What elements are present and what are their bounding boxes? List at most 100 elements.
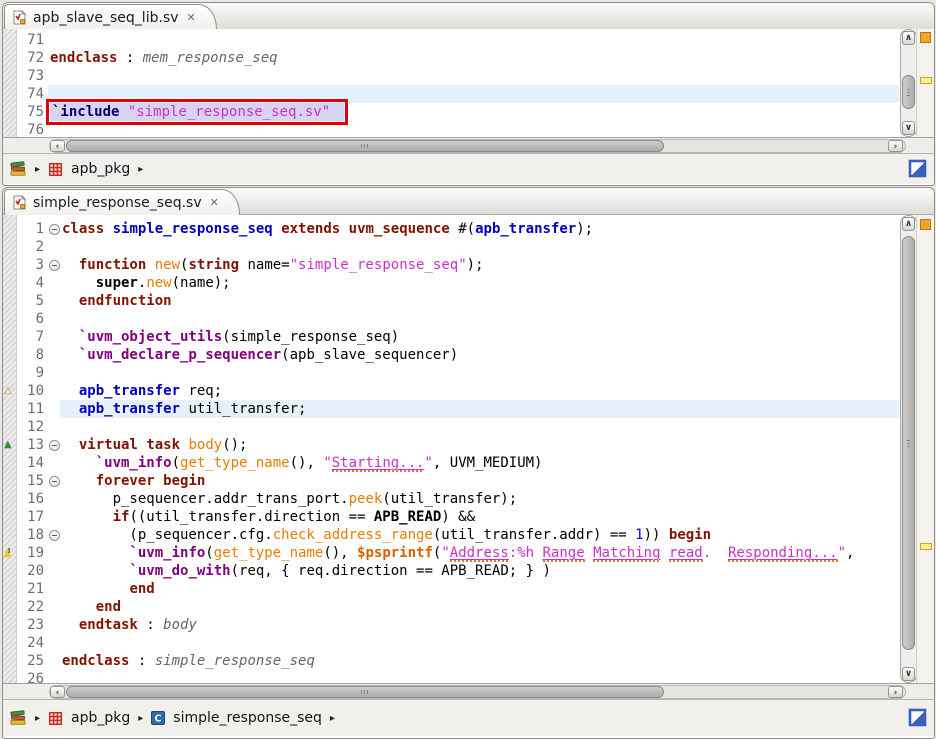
code-text[interactable]: class simple_response_seq extends uvm_se… — [60, 220, 899, 238]
code-line[interactable]: 20 `uvm_do_with(req, { req.direction == … — [3, 562, 899, 580]
code-line[interactable]: 10 apb_transfer req; — [3, 382, 899, 400]
code-text[interactable]: end — [60, 598, 899, 616]
overridden-triangle-icon[interactable] — [3, 436, 16, 454]
chevron-right-icon[interactable]: ▸ — [138, 713, 143, 724]
breadcrumb-item-package[interactable]: apb_pkg — [71, 161, 130, 177]
chevron-right-icon[interactable]: ▸ — [35, 164, 40, 175]
scrollbar-thumb[interactable] — [902, 75, 915, 109]
scrollbar-thumb[interactable] — [66, 686, 664, 698]
scroll-left-button[interactable]: ‹ — [50, 140, 65, 152]
scroll-right-button[interactable]: › — [888, 686, 903, 698]
line-number[interactable]: 20 — [16, 562, 48, 580]
code-line[interactable]: 19 `uvm_info(get_type_name(), $psprintf(… — [3, 544, 899, 562]
code-text[interactable] — [60, 418, 899, 436]
line-number[interactable]: 74 — [16, 85, 48, 103]
chevron-right-icon[interactable]: ▸ — [138, 164, 143, 175]
code-line[interactable]: 23 endtask : body — [3, 616, 899, 634]
code-editor-top[interactable]: 7172endclass : mem_response_seq737475`in… — [3, 29, 934, 137]
fold-collapse-icon[interactable] — [48, 472, 60, 490]
code-text[interactable]: function new(string name="simple_respons… — [60, 256, 899, 274]
collapse-breadcrumb-icon[interactable] — [908, 159, 928, 179]
scroll-up-button[interactable]: ∧ — [902, 217, 915, 231]
line-number[interactable]: 22 — [16, 598, 48, 616]
line-number[interactable]: 15 — [16, 472, 48, 490]
code-text[interactable]: endclass : simple_response_seq — [60, 652, 899, 670]
line-number[interactable]: 7 — [16, 328, 48, 346]
code-line[interactable]: 5 endfunction — [3, 292, 899, 310]
code-text[interactable]: apb_transfer util_transfer; — [60, 400, 899, 418]
fold-collapse-icon[interactable] — [48, 220, 60, 238]
code-area[interactable]: 1 class simple_response_seq extends uvm_s… — [3, 215, 899, 683]
line-number[interactable]: 3 — [16, 256, 48, 274]
code-text[interactable]: virtual task body(); — [60, 436, 899, 454]
code-line[interactable]: 75`include "simple_response_seq.sv" — [3, 103, 899, 121]
code-text[interactable]: endtask : body — [60, 616, 899, 634]
fold-collapse-icon[interactable] — [48, 526, 60, 544]
close-icon[interactable]: ✕ — [187, 11, 196, 24]
code-line[interactable]: 4 super.new(name); — [3, 274, 899, 292]
code-line[interactable]: 11 apb_transfer util_transfer; — [3, 400, 899, 418]
code-line[interactable]: 72endclass : mem_response_seq — [3, 49, 899, 67]
collapse-breadcrumb-icon[interactable] — [908, 708, 928, 728]
line-number[interactable]: 75 — [16, 103, 48, 121]
code-text[interactable] — [48, 121, 899, 137]
line-number[interactable]: 18 — [16, 526, 48, 544]
code-text[interactable]: `uvm_object_utils(simple_response_seq) — [60, 328, 899, 346]
scrollbar-thumb[interactable] — [902, 236, 915, 650]
line-number[interactable]: 23 — [16, 616, 48, 634]
scroll-left-button[interactable]: ‹ — [50, 686, 65, 698]
code-text[interactable]: end — [60, 580, 899, 598]
code-line[interactable]: 73 — [3, 67, 899, 85]
line-number[interactable]: 71 — [16, 31, 48, 49]
code-line[interactable]: 14 `uvm_info(get_type_name(), "Starting.… — [3, 454, 899, 472]
code-editor-bottom[interactable]: 1 class simple_response_seq extends uvm_s… — [3, 215, 934, 683]
line-number[interactable]: 11 — [16, 400, 48, 418]
line-number[interactable]: 17 — [16, 508, 48, 526]
scroll-down-button[interactable]: ∨ — [902, 667, 915, 681]
code-text[interactable]: p_sequencer.addr_trans_port.peek(util_tr… — [60, 490, 899, 508]
code-line[interactable]: 12 — [3, 418, 899, 436]
code-text[interactable] — [48, 67, 899, 85]
line-number[interactable]: 16 — [16, 490, 48, 508]
code-line[interactable]: 2 — [3, 238, 899, 256]
line-number[interactable]: 2 — [16, 238, 48, 256]
code-text[interactable] — [60, 364, 899, 382]
scroll-down-button[interactable]: ∨ — [902, 121, 915, 135]
fold-collapse-icon[interactable] — [48, 436, 60, 454]
warning-triangle-icon[interactable] — [3, 382, 16, 400]
code-line[interactable]: 9 — [3, 364, 899, 382]
library-icon[interactable] — [10, 710, 27, 726]
code-text[interactable]: `uvm_info(get_type_name(), "Starting..."… — [60, 454, 899, 472]
code-text[interactable]: (p_sequencer.cfg.check_address_range(uti… — [60, 526, 899, 544]
code-line[interactable]: 26 — [3, 670, 899, 683]
code-text[interactable] — [48, 31, 899, 49]
warning-overview-icon[interactable] — [920, 219, 931, 230]
code-line[interactable]: 8 `uvm_declare_p_sequencer(apb_slave_seq… — [3, 346, 899, 364]
warning-overview-icon[interactable] — [920, 32, 931, 43]
code-line[interactable]: 15 forever begin — [3, 472, 899, 490]
code-text[interactable]: if((util_transfer.direction == APB_READ)… — [60, 508, 899, 526]
line-number[interactable]: 19 — [16, 544, 48, 562]
line-number[interactable]: 13 — [16, 436, 48, 454]
code-text[interactable] — [60, 310, 899, 328]
line-number[interactable]: 14 — [16, 454, 48, 472]
code-line[interactable]: 74 — [3, 85, 899, 103]
code-text[interactable]: endclass : mem_response_seq — [48, 49, 899, 67]
line-number[interactable]: 25 — [16, 652, 48, 670]
code-line[interactable]: 1 class simple_response_seq extends uvm_s… — [3, 220, 899, 238]
breadcrumb-item-class[interactable]: simple_response_seq — [173, 710, 322, 726]
line-number[interactable]: 21 — [16, 580, 48, 598]
scrollbar-thumb[interactable] — [66, 140, 664, 152]
warning-sign-icon[interactable] — [3, 544, 16, 562]
code-text[interactable]: super.new(name); — [60, 274, 899, 292]
line-number[interactable]: 1 — [16, 220, 48, 238]
fold-collapse-icon[interactable] — [48, 256, 60, 274]
line-number[interactable]: 5 — [16, 292, 48, 310]
scroll-up-button[interactable]: ∧ — [902, 31, 915, 45]
warning-marker-icon[interactable] — [920, 77, 932, 84]
code-line[interactable]: 24 — [3, 634, 899, 652]
line-number[interactable]: 10 — [16, 382, 48, 400]
breadcrumb-item-package[interactable]: apb_pkg — [71, 710, 130, 726]
horizontal-scrollbar[interactable]: ‹ › — [3, 683, 934, 700]
line-number[interactable]: 12 — [16, 418, 48, 436]
